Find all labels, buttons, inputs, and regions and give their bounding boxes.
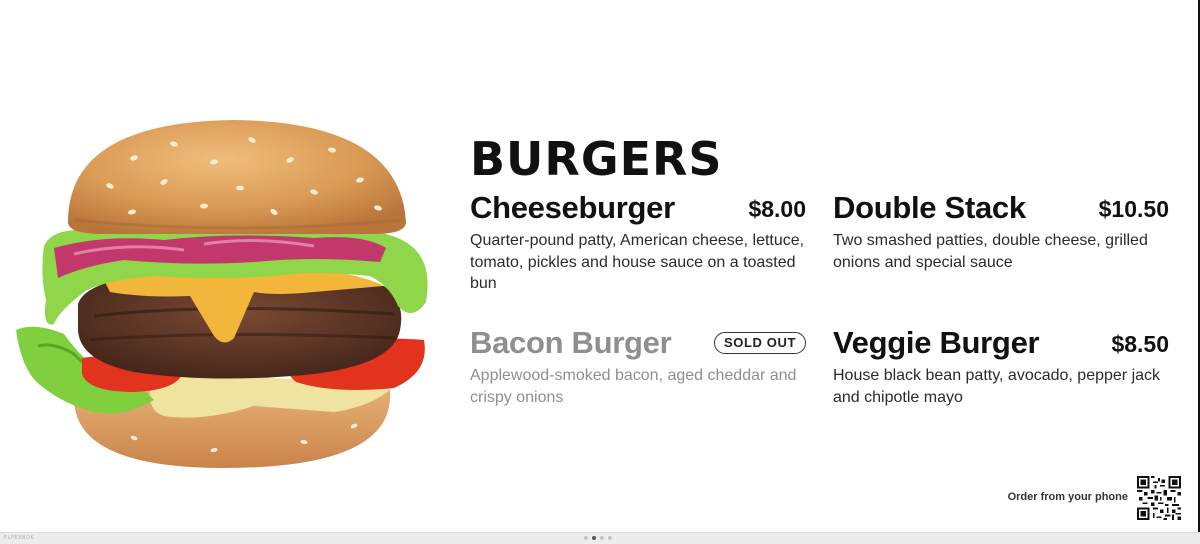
item-price: $8.50	[1111, 331, 1169, 357]
page-dot[interactable]	[584, 536, 588, 540]
menu-item-veggie-burger: Veggie Burger $8.50 House black bean pat…	[833, 325, 1169, 415]
item-description: Two smashed patties, double cheese, gril…	[833, 232, 1148, 271]
menu-screen: BURGERS Cheeseburger $8.00 Quarter-pound…	[0, 0, 1200, 532]
item-name: Cheeseburger	[470, 190, 675, 225]
page-indicator	[584, 536, 612, 541]
item-price: $8.00	[748, 196, 806, 222]
item-description: Quarter-pound patty, American cheese, le…	[470, 232, 805, 292]
item-description: House black bean patty, avocado, pepper …	[833, 367, 1161, 406]
item-name: Veggie Burger	[833, 325, 1040, 360]
menu-item-cheeseburger: Cheeseburger $8.00 Quarter-pound patty, …	[470, 190, 806, 300]
category-title: BURGERS	[470, 132, 723, 186]
page-dot[interactable]	[600, 536, 604, 540]
page-dot-active[interactable]	[592, 536, 596, 540]
menu-item-bacon-burger: Bacon Burger SOLD OUT Applewood-smoked b…	[470, 325, 806, 415]
burger-image	[16, 120, 428, 468]
page-dot[interactable]	[608, 536, 612, 540]
qr-code-icon[interactable]	[1137, 476, 1181, 520]
sold-out-badge: SOLD OUT	[714, 332, 806, 354]
item-name: Double Stack	[833, 190, 1026, 225]
item-price: $10.50	[1098, 196, 1169, 222]
item-name: Bacon Burger	[470, 325, 672, 360]
footer-mark: ELPEXBOK	[4, 535, 35, 541]
order-from-phone-label: Order from your phone	[1007, 491, 1128, 503]
menu-item-double-stack: Double Stack $10.50 Two smashed patties,…	[833, 190, 1169, 280]
item-description: Applewood-smoked bacon, aged cheddar and…	[470, 367, 797, 406]
